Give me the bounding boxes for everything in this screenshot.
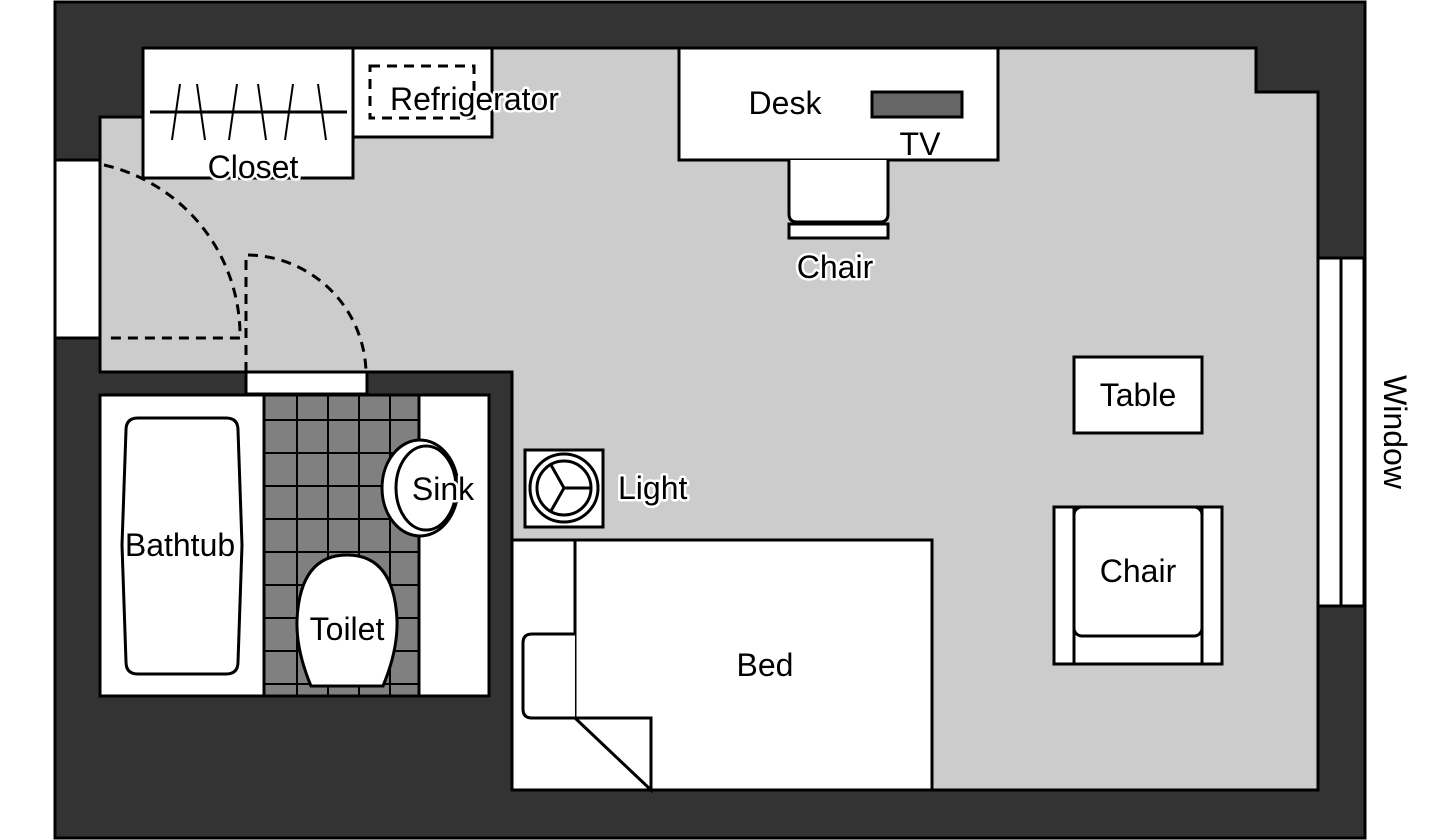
desk: Desk TV — [677, 46, 1000, 165]
table-label: Table — [1100, 377, 1177, 413]
bathtub-label: Bathtub — [125, 527, 235, 563]
entrance-door-opening — [53, 158, 102, 340]
sink-label: Sink — [412, 471, 475, 507]
window: Window — [1316, 256, 1416, 608]
closet: Closet — [141, 46, 355, 188]
closet-label: Closet — [208, 149, 299, 185]
bed-label: Bed — [737, 647, 794, 683]
window-label: Window — [1377, 375, 1413, 490]
bathroom-door-opening — [244, 370, 369, 396]
bathroom: Bathtub Sink Toilet — [98, 393, 491, 698]
pillow — [521, 632, 575, 720]
toilet-label: Toilet — [310, 611, 385, 647]
floor-plan: Closet Refrigerator Desk TV Chair Table … — [53, 0, 1416, 840]
desk-chair: Chair — [787, 160, 890, 288]
table: Table — [1072, 355, 1204, 435]
refrigerator-label: Refrigerator — [390, 81, 559, 117]
armchair-label: Chair — [1100, 553, 1177, 589]
armchair: Chair — [1052, 505, 1224, 666]
desk-chair-label: Chair — [797, 249, 874, 285]
bed: Bed — [510, 538, 934, 794]
desk-label: Desk — [749, 85, 823, 121]
light-label: Light — [618, 470, 688, 506]
tv-label: TV — [900, 126, 942, 162]
tv — [870, 90, 964, 119]
